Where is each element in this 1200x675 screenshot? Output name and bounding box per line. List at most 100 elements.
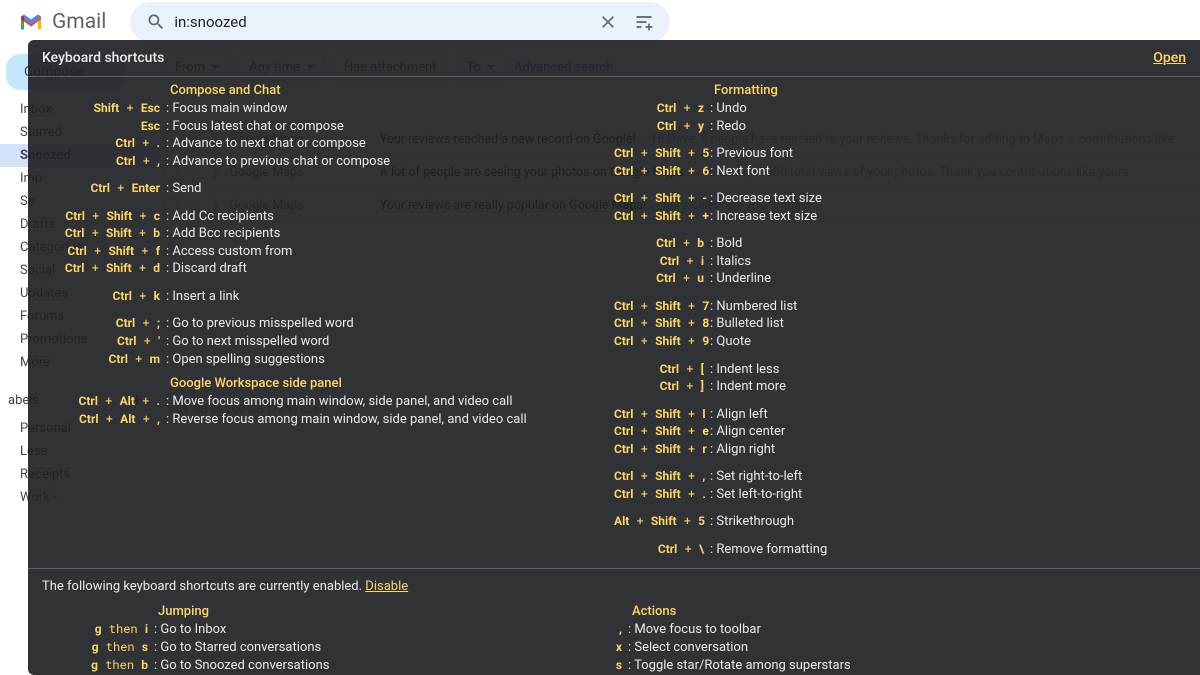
shortcuts-col-right: Formatting Ctrl + zUndoCtrl + yRedoCtrl … bbox=[614, 81, 1188, 558]
shortcut-keys: Ctrl + Alt + , bbox=[40, 411, 166, 427]
shortcut-desc: Go to Inbox bbox=[154, 621, 226, 639]
search-input[interactable] bbox=[174, 13, 590, 31]
shortcut-keys: Ctrl + [ bbox=[614, 361, 710, 377]
section-formatting: Formatting bbox=[614, 81, 1188, 100]
shortcut-desc: Advance to previous chat or compose bbox=[166, 153, 390, 171]
shortcut-keys: Ctrl + Shift + c bbox=[40, 208, 166, 224]
shortcut-desc: Underline bbox=[710, 270, 771, 288]
shortcut-row: Shift + EscFocus main window bbox=[40, 100, 614, 118]
shortcut-row: ,Move focus to toolbar bbox=[614, 621, 1188, 639]
shortcut-keys: Ctrl + b bbox=[614, 235, 710, 251]
search-bar[interactable] bbox=[130, 2, 670, 42]
shortcut-row: g then sGo to Starred conversations bbox=[40, 639, 614, 657]
shortcut-row: Ctrl + Shift + 8Bulleted list bbox=[614, 315, 1188, 333]
shortcut-desc: Move focus to toolbar bbox=[628, 621, 761, 639]
shortcut-keys: s bbox=[614, 657, 628, 673]
shortcut-desc: Redo bbox=[710, 118, 746, 136]
shortcut-keys: Ctrl + Shift + 9 bbox=[614, 333, 710, 349]
shortcut-desc: Insert a link bbox=[166, 288, 239, 306]
clear-icon[interactable] bbox=[590, 4, 626, 40]
shortcut-desc: Align center bbox=[710, 423, 785, 441]
shortcut-desc: Remove formatting bbox=[710, 541, 827, 559]
section-actions: Actions bbox=[614, 602, 1188, 621]
shortcut-keys: Ctrl + Shift + 7 bbox=[614, 298, 710, 314]
shortcut-desc: Advance to next chat or compose bbox=[166, 135, 366, 153]
shortcut-keys: Ctrl + Shift + - bbox=[614, 190, 710, 206]
shortcut-keys: Ctrl + Shift + e bbox=[614, 423, 710, 439]
shortcut-desc: Bulleted list bbox=[710, 315, 784, 333]
shortcut-keys: Alt + Shift + 5 bbox=[614, 513, 710, 529]
shortcut-keys: Ctrl + Shift + 5 bbox=[614, 145, 710, 161]
shortcut-desc: Bold bbox=[710, 235, 742, 253]
shortcut-row: g then bGo to Snoozed conversations bbox=[40, 657, 614, 675]
shortcut-row: Ctrl + yRedo bbox=[614, 118, 1188, 136]
shortcut-row: Ctrl + Alt + .Move focus among main wind… bbox=[40, 393, 614, 411]
shortcut-desc: Increase text size bbox=[710, 208, 817, 226]
shortcut-desc: Reverse focus among main window, side pa… bbox=[166, 411, 527, 429]
shortcut-desc: Go to Snoozed conversations bbox=[154, 657, 329, 675]
topbar: Gmail bbox=[0, 0, 1200, 44]
shortcut-keys: Ctrl + \ bbox=[614, 541, 710, 557]
shortcut-desc: Italics bbox=[710, 253, 751, 271]
shortcut-desc: Access custom from bbox=[166, 243, 292, 261]
shortcut-keys: Ctrl + Shift + , bbox=[614, 468, 710, 484]
shortcut-row: Ctrl + bBold bbox=[614, 235, 1188, 253]
shortcuts-col-jumping: Jumping g then iGo to Inboxg then sGo to… bbox=[40, 602, 614, 675]
shortcut-desc: Set right-to-left bbox=[710, 468, 802, 486]
shortcut-row: EscFocus latest chat or compose bbox=[40, 118, 614, 136]
shortcut-row: Ctrl + 'Go to next misspelled word bbox=[40, 333, 614, 351]
disable-link[interactable]: Disable bbox=[365, 579, 408, 594]
shortcut-desc: Focus main window bbox=[166, 100, 287, 118]
section-sidepanel: Google Workspace side panel bbox=[40, 374, 614, 393]
shortcut-keys: x bbox=[614, 639, 628, 655]
shortcut-keys: Ctrl + ] bbox=[614, 378, 710, 394]
shortcut-keys: Ctrl + y bbox=[614, 118, 710, 134]
shortcut-keys: Ctrl + Shift + l bbox=[614, 406, 710, 422]
shortcut-desc: Add Bcc recipients bbox=[166, 225, 280, 243]
shortcut-row: Ctrl + Alt + ,Reverse focus among main w… bbox=[40, 411, 614, 429]
section-compose: Compose and Chat bbox=[40, 81, 614, 100]
shortcut-row: Ctrl + Shift + 7Numbered list bbox=[614, 298, 1188, 316]
shortcut-row: xSelect conversation bbox=[614, 639, 1188, 657]
search-icon[interactable] bbox=[138, 4, 174, 40]
shortcut-row: Ctrl + Shift + dDiscard draft bbox=[40, 260, 614, 278]
shortcut-row: Ctrl + Shift + -Decrease text size bbox=[614, 190, 1188, 208]
shortcut-row: Ctrl + Shift + lAlign left bbox=[614, 406, 1188, 424]
gmail-logo[interactable]: Gmail bbox=[8, 10, 106, 34]
shortcut-keys: g then b bbox=[40, 657, 154, 673]
shortcut-row: Ctrl + ,Advance to previous chat or comp… bbox=[40, 153, 614, 171]
shortcut-row: g then iGo to Inbox bbox=[40, 621, 614, 639]
shortcut-keys: Ctrl + Shift + d bbox=[40, 260, 166, 276]
shortcut-keys: Ctrl + Shift + . bbox=[614, 486, 710, 502]
shortcut-desc: Indent more bbox=[710, 378, 786, 396]
shortcut-row: Ctrl + Shift + +Increase text size bbox=[614, 208, 1188, 226]
shortcut-row: Ctrl + Shift + rAlign right bbox=[614, 441, 1188, 459]
shortcut-keys: Ctrl + , bbox=[40, 153, 166, 169]
shortcut-desc: Numbered list bbox=[710, 298, 797, 316]
shortcut-desc: Discard draft bbox=[166, 260, 247, 278]
shortcut-desc: Previous font bbox=[710, 145, 793, 163]
shortcut-row: Ctrl + Shift + fAccess custom from bbox=[40, 243, 614, 261]
keyboard-shortcuts-dialog: Keyboard shortcuts Open Compose and Chat… bbox=[28, 40, 1200, 675]
shortcut-row: Ctrl + iItalics bbox=[614, 253, 1188, 271]
shortcut-desc: Add Cc recipients bbox=[166, 208, 274, 226]
shortcut-row: Ctrl + EnterSend bbox=[40, 180, 614, 198]
shortcut-keys: Ctrl + ; bbox=[40, 315, 166, 331]
shortcut-desc: Go to previous misspelled word bbox=[166, 315, 354, 333]
tune-icon[interactable] bbox=[626, 4, 662, 40]
shortcut-keys: Ctrl + . bbox=[40, 135, 166, 151]
shortcut-keys: Ctrl + Shift + b bbox=[40, 225, 166, 241]
open-link[interactable]: Open bbox=[1153, 50, 1186, 66]
shortcut-row: Ctrl + .Advance to next chat or compose bbox=[40, 135, 614, 153]
shortcut-row: Ctrl + Shift + 6Next font bbox=[614, 163, 1188, 181]
section-jumping: Jumping bbox=[40, 602, 614, 621]
shortcut-row: Ctrl + \Remove formatting bbox=[614, 541, 1188, 559]
shortcut-desc: Next font bbox=[710, 163, 770, 181]
shortcut-desc: Send bbox=[166, 180, 202, 198]
shortcut-keys: Ctrl + k bbox=[40, 288, 166, 304]
shortcut-keys: Ctrl + Shift + 8 bbox=[614, 315, 710, 331]
shortcut-row: Ctrl + Shift + 5Previous font bbox=[614, 145, 1188, 163]
shortcut-desc: Set left-to-right bbox=[710, 486, 802, 504]
shortcut-row: sToggle star/Rotate among superstars bbox=[614, 657, 1188, 675]
shortcut-desc: Go to Starred conversations bbox=[154, 639, 321, 657]
